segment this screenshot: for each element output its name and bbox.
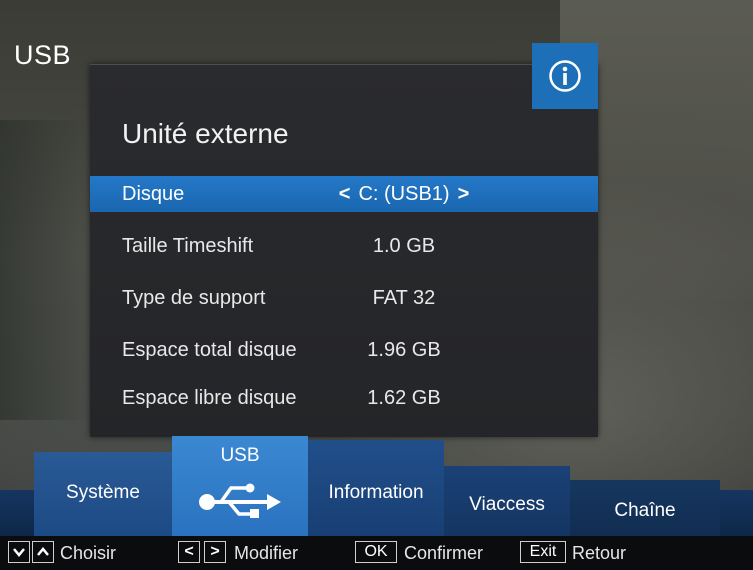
up-arrow-key <box>32 541 54 563</box>
tab-viaccess[interactable]: Viaccess <box>444 466 570 536</box>
row-label: Type de support <box>122 287 266 309</box>
tab-usb[interactable]: USB <box>172 436 308 536</box>
tab-label: Information <box>328 482 424 503</box>
tab-label: Chaîne <box>614 500 676 521</box>
usb-icon <box>199 483 281 518</box>
down-arrow-key <box>8 541 30 563</box>
help-choose-text: Choisir <box>60 543 117 563</box>
tab-information[interactable]: Information <box>308 440 444 536</box>
row-label: Taille Timeshift <box>122 235 254 257</box>
exit-key: Exit <box>520 541 566 563</box>
row-label: Disque <box>122 183 185 205</box>
row-label: Espace libre disque <box>122 387 297 409</box>
info-button[interactable] <box>532 43 598 109</box>
up-arrow-icon <box>37 547 49 556</box>
row-espace-libre-disque[interactable]: Espace libre disque 1.62 GB <box>90 380 598 416</box>
left-key: < <box>178 541 200 563</box>
tab-systeme[interactable]: Système <box>34 452 172 536</box>
help-modify-text: Modifier <box>234 543 299 563</box>
dialog-title: Unité externe <box>122 118 289 149</box>
help-confirm-text: Confirmer <box>404 543 484 563</box>
row-value: FAT 32 <box>372 287 436 309</box>
help-back-text: Retour <box>572 543 627 563</box>
right-arrow-icon[interactable]: > <box>458 183 470 205</box>
row-value-selector[interactable]: < C: (USB1) > <box>314 183 494 206</box>
tab-label: Viaccess <box>469 494 545 515</box>
info-circle-icon <box>549 60 581 92</box>
row-value: C: (USB1) <box>358 183 450 205</box>
tab-label: Système <box>66 482 140 503</box>
row-taille-timeshift[interactable]: Taille Timeshift 1.0 GB <box>90 228 598 264</box>
row-espace-total-disque[interactable]: Espace total disque 1.96 GB <box>90 332 598 368</box>
tab-label: USB <box>220 445 260 466</box>
ok-key: OK <box>355 541 397 563</box>
tab-chaine[interactable]: Chaîne <box>570 480 720 536</box>
help-bar: Choisir < > Modifier OK Confirmer Exit R… <box>0 536 753 570</box>
row-value: 1.62 GB <box>367 387 441 409</box>
row-disque[interactable]: Disque < C: (USB1) > <box>90 176 598 212</box>
row-label: Espace total disque <box>122 339 297 361</box>
down-arrow-icon <box>13 548 25 557</box>
left-arrow-icon[interactable]: < <box>339 183 351 205</box>
right-key: > <box>204 541 226 563</box>
tv-screen: USB Unité externe Disque < C: (USB1) > Tai… <box>0 0 753 570</box>
row-value: 1.0 GB <box>372 235 436 257</box>
row-value: 1.96 GB <box>367 339 441 361</box>
background-video-shadow <box>0 120 90 420</box>
screen-title: USB <box>14 40 72 70</box>
row-type-de-support[interactable]: Type de support FAT 32 <box>90 280 598 316</box>
